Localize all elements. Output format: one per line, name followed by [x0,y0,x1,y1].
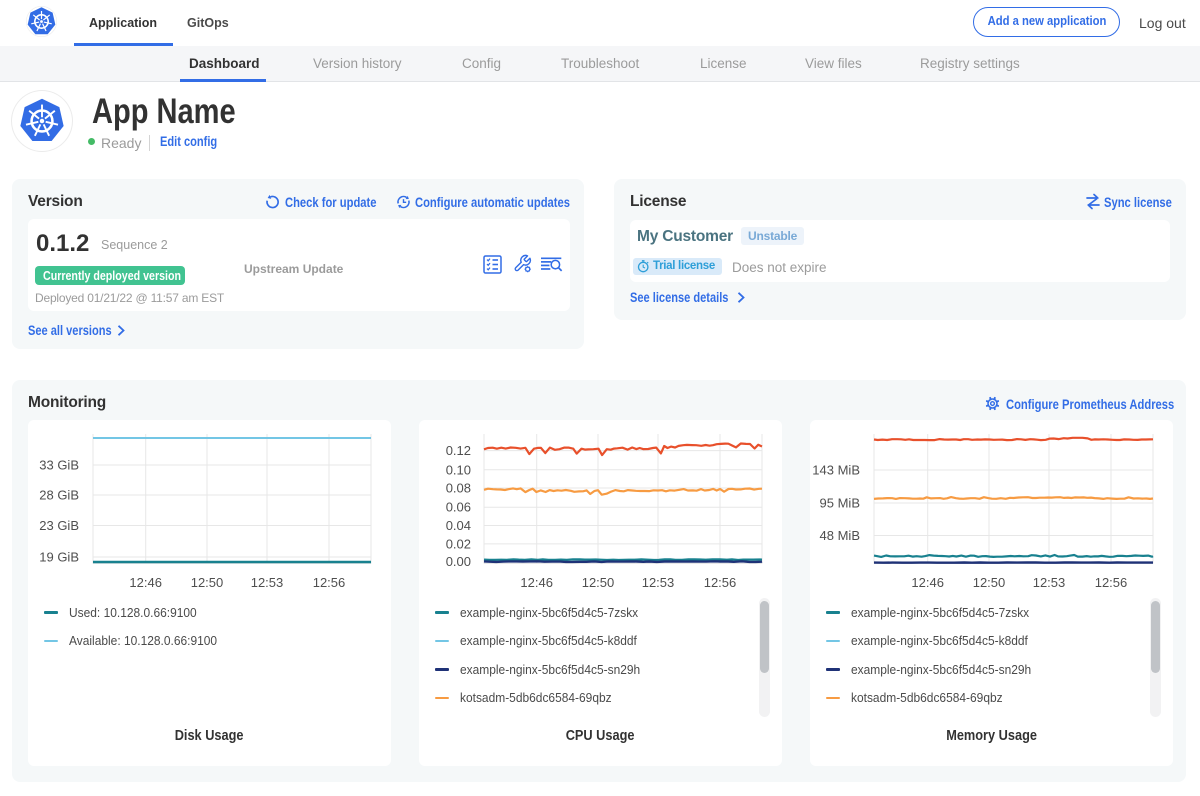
svg-text:12:56: 12:56 [704,575,737,590]
svg-text:33 GiB: 33 GiB [39,458,79,473]
svg-text:12:53: 12:53 [1033,575,1066,590]
svg-text:12:50: 12:50 [973,575,1006,590]
svg-text:23 GiB: 23 GiB [39,518,79,533]
svg-text:12:50: 12:50 [191,575,224,590]
svg-text:0.06: 0.06 [446,500,471,515]
svg-text:19 GiB: 19 GiB [39,550,79,565]
svg-text:0.12: 0.12 [446,443,471,458]
svg-text:0.02: 0.02 [446,536,471,551]
svg-text:12:46: 12:46 [520,575,553,590]
svg-text:12:56: 12:56 [313,575,346,590]
svg-text:0.08: 0.08 [446,481,471,496]
svg-text:12:53: 12:53 [251,575,284,590]
svg-text:0.04: 0.04 [446,518,471,533]
svg-text:12:50: 12:50 [582,575,615,590]
svg-text:0.10: 0.10 [446,462,471,477]
svg-text:95 MiB: 95 MiB [820,496,860,511]
svg-text:12:46: 12:46 [129,575,162,590]
svg-text:28 GiB: 28 GiB [39,488,79,503]
svg-text:48 MiB: 48 MiB [820,528,860,543]
svg-text:0.00: 0.00 [446,554,471,569]
svg-text:12:53: 12:53 [642,575,675,590]
svg-text:12:46: 12:46 [911,575,944,590]
svg-text:12:56: 12:56 [1095,575,1128,590]
svg-text:143 MiB: 143 MiB [812,463,860,478]
